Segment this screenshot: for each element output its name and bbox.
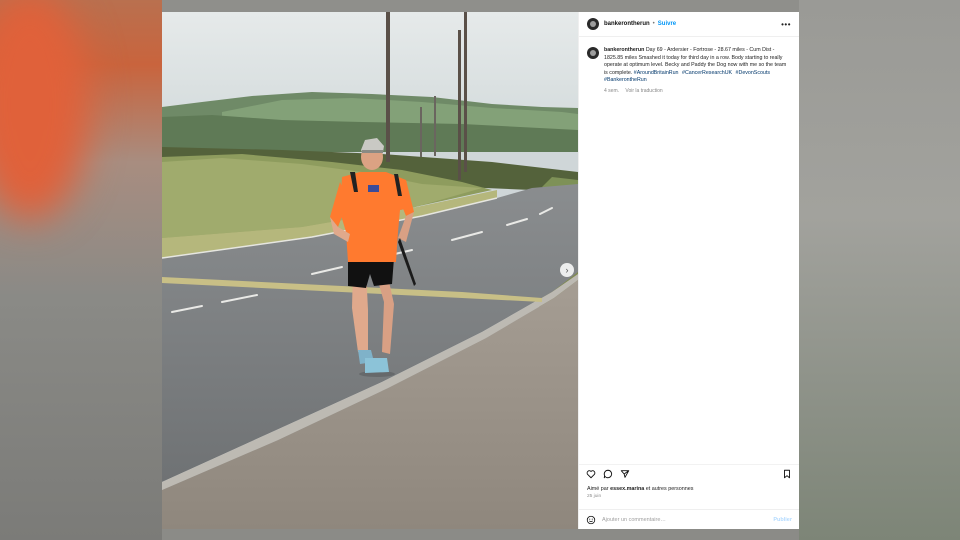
more-icon[interactable]: ••• xyxy=(781,20,791,29)
bookmark-icon[interactable] xyxy=(782,469,792,479)
hashtag-link[interactable]: #AroundBritainRun xyxy=(634,70,679,76)
backdrop-right xyxy=(799,0,960,540)
comment-icon[interactable] xyxy=(603,469,613,479)
likes-user[interactable]: essex.marina xyxy=(610,486,644,492)
post-username[interactable]: bankerontherun xyxy=(604,21,650,27)
caption-username[interactable]: bankerontherun xyxy=(604,47,644,53)
comment-bar: Publier xyxy=(579,509,799,529)
post-caption: bankerontherun Day 69 - Ardersier - Fort… xyxy=(579,37,799,96)
likes-suffix[interactable]: et autres personnes xyxy=(646,486,694,492)
smile-icon[interactable] xyxy=(586,515,596,525)
post-header: bankerontherun • Suivre ••• xyxy=(579,12,799,37)
backdrop-left xyxy=(0,0,162,540)
post-date[interactable]: 25 juin xyxy=(587,494,601,499)
post-photo[interactable]: › xyxy=(162,12,578,529)
send-icon[interactable] xyxy=(620,469,630,479)
hashtag-link[interactable]: #BankerontheRun xyxy=(604,77,647,83)
publish-button[interactable]: Publier xyxy=(773,517,792,523)
runner-photo-illustration xyxy=(162,12,578,529)
comment-input[interactable] xyxy=(602,516,752,523)
follow-button[interactable]: Suivre xyxy=(658,21,676,27)
caption-avatar[interactable] xyxy=(587,47,599,59)
post-side-panel: bankerontherun • Suivre ••• bankeronther… xyxy=(578,12,799,529)
likes-prefix: Aimé par xyxy=(587,486,609,492)
post-time-ago[interactable]: 4 sem. xyxy=(604,88,619,94)
hashtag-link[interactable]: #CancerResearchUK xyxy=(682,70,732,76)
caption-meta: 4 sem. Voir la traduction xyxy=(604,88,791,96)
header-separator: • xyxy=(652,21,655,27)
action-bar xyxy=(579,464,799,478)
chevron-right-icon: › xyxy=(565,264,569,275)
avatar[interactable] xyxy=(587,18,599,30)
next-slide-button[interactable]: › xyxy=(560,263,574,277)
heart-icon[interactable] xyxy=(586,469,596,479)
hashtag-link[interactable]: #DevonScouts xyxy=(736,70,770,76)
likes-summary: Aimé par essex.marina et autres personne… xyxy=(587,486,693,492)
translate-link[interactable]: Voir la traduction xyxy=(625,88,662,94)
